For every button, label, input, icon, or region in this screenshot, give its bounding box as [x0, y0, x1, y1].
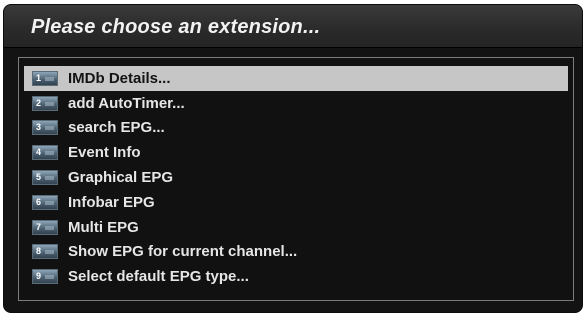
menu-item-imdb-details[interactable]: 1 IMDb Details...: [24, 66, 568, 91]
menu-item-label: Show EPG for current channel...: [68, 243, 298, 261]
key-4-icon: 4: [32, 145, 58, 161]
menu-item-label: IMDb Details...: [68, 69, 171, 87]
key-2-icon: 2: [32, 95, 58, 111]
extension-list[interactable]: 1 IMDb Details... 2 add AutoTimer... 3 s…: [18, 57, 574, 301]
menu-item-label: search EPG...: [68, 119, 165, 137]
key-1-icon: 1: [32, 70, 58, 86]
menu-item-multi-epg[interactable]: 7 Multi EPG: [24, 215, 568, 240]
menu-item-label: Select default EPG type...: [68, 268, 249, 286]
key-3-icon: 3: [32, 120, 58, 136]
menu-item-add-autotimer[interactable]: 2 add AutoTimer...: [24, 91, 568, 116]
menu-item-label: add AutoTimer...: [68, 94, 185, 112]
menu-item-select-default-epg-type[interactable]: 9 Select default EPG type...: [24, 264, 568, 289]
menu-item-infobar-epg[interactable]: 6 Infobar EPG: [24, 190, 568, 215]
menu-item-event-info[interactable]: 4 Event Info: [24, 140, 568, 165]
menu-item-label: Graphical EPG: [68, 169, 174, 187]
menu-item-label: Multi EPG: [68, 218, 139, 236]
key-8-icon: 8: [32, 244, 58, 260]
menu-item-search-epg[interactable]: 3 search EPG...: [24, 116, 568, 141]
key-6-icon: 6: [32, 194, 58, 210]
extension-choice-dialog: Please choose an extension... 1 IMDb Det…: [3, 4, 583, 313]
menu-item-label: Infobar EPG: [68, 193, 155, 211]
dialog-title: Please choose an extension...: [31, 16, 321, 38]
menu-item-show-epg-current-channel[interactable]: 8 Show EPG for current channel...: [24, 240, 568, 265]
title-bar: Please choose an extension...: [4, 5, 582, 48]
key-5-icon: 5: [32, 170, 58, 186]
key-9-icon: 9: [32, 269, 58, 285]
menu-item-label: Event Info: [68, 144, 141, 162]
key-7-icon: 7: [32, 219, 58, 235]
menu-item-graphical-epg[interactable]: 5 Graphical EPG: [24, 165, 568, 190]
